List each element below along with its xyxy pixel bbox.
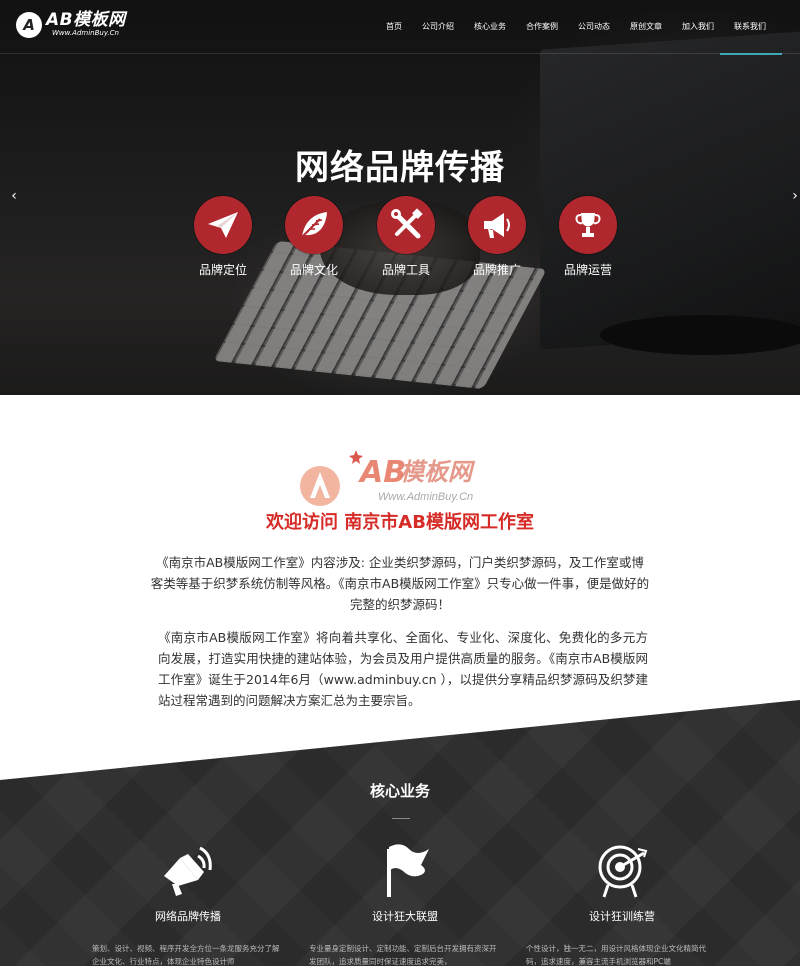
slider-next-arrow-icon[interactable]: › (788, 189, 800, 203)
logo-text: AB模板网 Www.AdminBuy.Cn (46, 12, 126, 38)
trophy-icon (559, 196, 617, 254)
nav-item-articles[interactable]: 原创文章 (620, 0, 672, 54)
svg-text:AB: AB (358, 455, 406, 490)
service-title: 网络品牌传播 (155, 910, 221, 923)
brand-feature-list: 品牌定位 品牌文化 品牌工具 品牌推广 品牌运营 (188, 196, 618, 281)
brand-item-positioning[interactable]: 品牌定位 (188, 196, 258, 278)
service-card-design-alliance[interactable]: 设计狂大联盟 专业量身定制设计、定制功能、定制后台开发拥有资深开发团队，追求质量… (305, 840, 505, 966)
nav-item-home[interactable]: 首页 (376, 0, 412, 54)
svg-text:Www.AdminBuy.Cn: Www.AdminBuy.Cn (378, 491, 473, 503)
brand-item-label: 品牌工具 (381, 263, 430, 277)
logo-mark-icon: A (16, 12, 42, 38)
services-section: 核心业务 网络品牌传播 策划、设计、视频、程序开发全方位一条龙服务充分了解企业文… (0, 700, 800, 966)
flag-icon (305, 840, 505, 900)
logo-title: AB模板网 (46, 10, 126, 30)
nav-item-company-intro[interactable]: 公司介绍 (412, 0, 464, 54)
service-card-brand-communication[interactable]: 网络品牌传播 策划、设计、视频、程序开发全方位一条龙服务充分了解企业文化、行业特… (88, 840, 288, 966)
brand-item-operations[interactable]: 品牌运营 (553, 196, 623, 278)
nav-item-core-business[interactable]: 核心业务 (464, 0, 516, 54)
about-paragraph-2: 《南京市AB模版网工作室》将向着共享化、全面化、专业化、深度化、免费化的多元方向… (158, 630, 648, 708)
megaphone-icon (468, 196, 526, 254)
brand-item-label: 品牌推广 (472, 263, 521, 277)
about-paragraph-1: 《南京市AB模版网工作室》内容涉及: 企业类织梦源码，门户类织梦源码，及工作室或… (150, 555, 650, 612)
brand-item-label: 品牌运营 (563, 263, 612, 277)
brand-item-label: 品牌文化 (289, 263, 338, 277)
service-description: 策划、设计、视频、程序开发全方位一条龙服务充分了解企业文化、行业特点，体现企业特… (92, 944, 280, 966)
main-nav: 首页 公司介绍 核心业务 合作案例 公司动态 原创文章 加入我们 联系我们 (376, 0, 782, 55)
services-title: 核心业务 (369, 782, 430, 800)
service-card-design-bootcamp[interactable]: 设计狂训练营 个性设计，独一无二，用设计风格体现企业文化精简代码，追求速度，兼容… (522, 840, 722, 966)
service-description: 个性设计，独一无二，用设计风格体现企业文化精简代码，追求速度，兼容主流手机浏览器… (526, 944, 706, 966)
slider-prev-arrow-icon[interactable]: ‹ (7, 189, 21, 203)
hero-title: 网络品牌传播 (295, 148, 505, 188)
target-icon (522, 840, 722, 900)
service-title: 设计狂大联盟 (372, 910, 438, 923)
nav-item-join-us[interactable]: 加入我们 (672, 0, 724, 54)
services-divider (392, 818, 410, 819)
paper-plane-icon (194, 196, 252, 254)
site-logo[interactable]: A AB模板网 Www.AdminBuy.Cn (16, 12, 126, 38)
nav-item-cases[interactable]: 合作案例 (516, 0, 568, 54)
brand-item-tools[interactable]: 品牌工具 (371, 196, 441, 278)
service-title: 设计狂训练营 (589, 910, 655, 923)
leaf-icon (285, 196, 343, 254)
about-logo-watermark: AB 模板网 Www.AdminBuy.Cn (296, 440, 506, 510)
logo-subtitle: Www.AdminBuy.Cn (52, 29, 119, 37)
nav-item-news[interactable]: 公司动态 (568, 0, 620, 54)
about-heading: 欢迎访问 南京市AB模版网工作室 (266, 512, 534, 533)
brand-item-culture[interactable]: 品牌文化 (279, 196, 349, 278)
tools-icon (377, 196, 435, 254)
brand-item-label: 品牌定位 (198, 263, 247, 277)
top-navigation-bar: A AB模板网 Www.AdminBuy.Cn 首页 公司介绍 核心业务 合作案… (0, 0, 800, 55)
brand-item-promotion[interactable]: 品牌推广 (462, 196, 532, 278)
megaphone-icon (88, 840, 288, 900)
service-description: 专业量身定制设计、定制功能、定制后台开发拥有资深开发团队，追求质量同时保证速度追… (309, 944, 497, 966)
svg-text:模板网: 模板网 (400, 458, 476, 486)
hero-banner: A AB模板网 Www.AdminBuy.Cn 首页 公司介绍 核心业务 合作案… (0, 0, 800, 395)
nav-item-contact-us[interactable]: 联系我们 (720, 0, 782, 55)
